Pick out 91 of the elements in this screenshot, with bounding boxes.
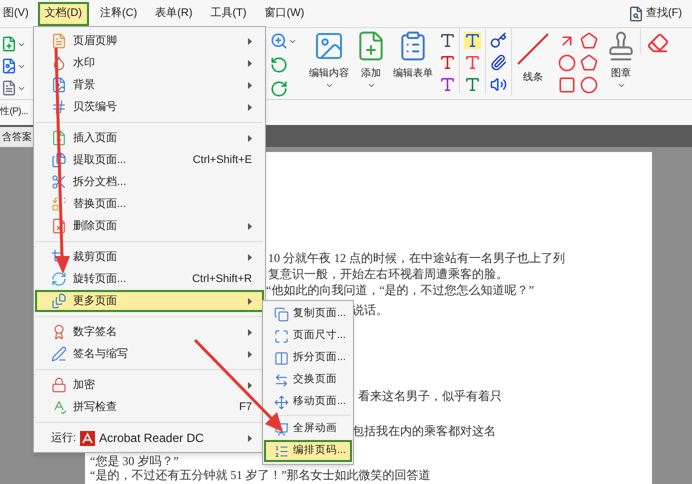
rectangle-icon[interactable] xyxy=(558,76,576,94)
paperclip-icon[interactable] xyxy=(490,54,507,71)
menu-item-icon xyxy=(51,130,67,146)
document-text-line: 看来这名男子，似乎有着只 xyxy=(358,388,503,404)
menu-item-icon xyxy=(51,77,67,93)
document-text-line: 复意识一般，开始左右环视着周遭乘客的脸。 xyxy=(268,266,509,282)
document-text-line: 10 分就午夜 12 点的时候，在中途站有一名男子也上了列 xyxy=(268,250,566,266)
document-icon xyxy=(1,58,17,74)
submenu-item-icon xyxy=(274,350,289,366)
menu-item-icon xyxy=(51,377,67,393)
menu-item-icon xyxy=(51,293,67,309)
line-icon xyxy=(516,32,550,66)
text-box-icon[interactable] xyxy=(439,54,456,71)
underline-text-icon[interactable] xyxy=(464,76,481,93)
pdf-app-icon xyxy=(80,430,96,446)
submenu-item-icon xyxy=(274,444,289,458)
menu-item-icon xyxy=(51,152,67,168)
menu-item[interactable]: 删除页面 xyxy=(35,215,264,237)
menu-item-icon xyxy=(51,346,67,362)
menu-item[interactable]: 加密 xyxy=(35,374,264,396)
menu-item-icon xyxy=(51,99,67,115)
menu-item[interactable]: 水印 xyxy=(35,52,264,74)
ellipse-icon[interactable] xyxy=(558,54,576,72)
submenu-item-icon xyxy=(274,328,289,344)
toolbar-button[interactable]: 线条 xyxy=(511,28,554,96)
submenu-item[interactable]: 编排页码... xyxy=(264,440,352,462)
document-icon xyxy=(1,80,17,96)
document-text-line: “是的，不过还有五分钟就 51 岁了！”那名女士如此微笑的回答道 xyxy=(90,469,432,482)
toolbar-button[interactable]: 添加 xyxy=(352,28,390,96)
menu-item[interactable]: 贝茨编号 xyxy=(35,96,264,118)
caret-icon xyxy=(616,81,626,90)
menu-item[interactable]: 替换页面... xyxy=(35,193,264,215)
eraser-icon[interactable] xyxy=(647,32,669,54)
menu-item-icon xyxy=(51,55,67,71)
document-icon xyxy=(1,36,17,52)
toolbar-button[interactable]: 编辑内容 xyxy=(306,28,352,96)
toolbar-button[interactable]: 图章 xyxy=(602,28,640,96)
menu-item-icon xyxy=(51,33,67,49)
submenu-item-icon xyxy=(274,394,289,410)
properties-button[interactable]: 性(P)... xyxy=(0,105,28,120)
text-box-icon[interactable] xyxy=(439,32,456,49)
menu-bar-item[interactable]: 工具(T) xyxy=(204,2,254,26)
menu-item-icon xyxy=(51,196,67,212)
menu-bar-item[interactable]: 图(V) xyxy=(0,2,32,26)
submenu-item-icon xyxy=(274,372,289,388)
menu-bar-item[interactable]: 窗口(W) xyxy=(258,2,312,26)
submenu-item[interactable]: 拆分页面... xyxy=(264,347,352,369)
menu-bar-item[interactable]: 表单(R) xyxy=(148,2,200,26)
key-icon[interactable] xyxy=(490,32,507,49)
menu-item[interactable]: 签名与缩写 xyxy=(35,343,264,365)
menu-item[interactable]: 更多页面 xyxy=(35,290,264,312)
submenu-item[interactable]: 交换页面 xyxy=(264,369,352,391)
menu-item[interactable]: 提取页面... Ctrl+Shift+E xyxy=(35,149,264,171)
polygon-icon[interactable] xyxy=(580,32,598,50)
menu-item[interactable]: 旋转页面... Ctrl+Shift+R xyxy=(35,268,264,290)
zoom-in-icon[interactable] xyxy=(270,32,288,50)
text-box-icon[interactable] xyxy=(439,76,456,93)
toolbar-button[interactable]: 编辑表单 xyxy=(390,28,436,96)
find-button[interactable]: 查找(F) xyxy=(628,5,682,22)
rotate-right-icon[interactable] xyxy=(270,80,288,98)
menu-bar-item[interactable]: 注释(C) xyxy=(92,2,144,26)
document-text-line: “您是 30 岁吗？” xyxy=(90,453,180,469)
document-tab[interactable]: 含答案 xyxy=(0,127,34,147)
speaker-icon[interactable] xyxy=(490,76,507,93)
submenu-item-icon xyxy=(274,306,289,322)
document-text-line: “他如此的向我问道，“是的，不过您怎么知道呢？” xyxy=(266,282,535,298)
menu-item[interactable]: 背景 xyxy=(35,74,264,96)
caret-icon xyxy=(324,81,334,90)
menu-bar-item[interactable]: 文档(D) xyxy=(38,2,89,26)
strikethrough-icon[interactable] xyxy=(464,54,481,71)
submenu-item[interactable]: 页面尺寸... xyxy=(264,325,352,347)
rotate-left-icon[interactable] xyxy=(270,56,288,74)
menu-item[interactable]: 运行: Acrobat Reader DC xyxy=(35,427,264,449)
caret-icon xyxy=(366,81,376,90)
find-icon xyxy=(628,6,644,22)
menu-item-icon xyxy=(51,271,67,287)
toolbar-tool-icon xyxy=(313,30,345,62)
menu-item[interactable]: 裁剪页面 xyxy=(35,246,264,268)
menu-item[interactable]: 数字签名 xyxy=(35,321,264,343)
menu-item[interactable]: 页眉页脚 xyxy=(35,30,264,52)
submenu-item-icon xyxy=(274,422,289,436)
submenu-item[interactable]: 全屏动画 xyxy=(264,418,352,440)
menu-item-icon xyxy=(51,218,67,234)
submenu-item[interactable]: 复制页面... xyxy=(264,303,352,325)
submenu-item[interactable]: 移动页面... xyxy=(264,391,352,413)
highlight-text-icon[interactable] xyxy=(464,32,481,49)
menu-item-icon xyxy=(51,174,67,190)
pentagon-icon[interactable] xyxy=(580,54,598,72)
menu-item[interactable]: 插入页面 xyxy=(35,127,264,149)
menu-item[interactable]: 拼写检查 F7 xyxy=(35,396,264,418)
menu-item[interactable]: 拆分文档... xyxy=(35,171,264,193)
